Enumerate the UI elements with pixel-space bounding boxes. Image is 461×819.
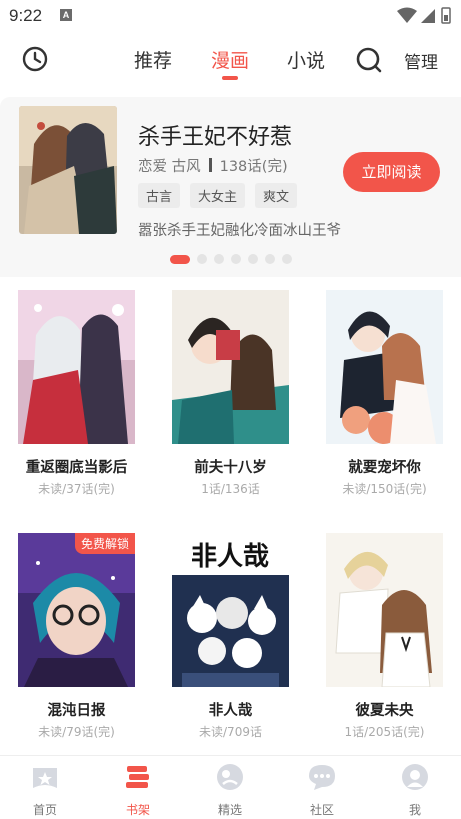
carousel-indicator	[170, 254, 292, 264]
read-now-button[interactable]: 立即阅读	[343, 152, 440, 192]
comic-card[interactable]: 重返圈底当影后 未读/37话(完)	[18, 290, 135, 497]
carousel-dot[interactable]	[170, 254, 190, 264]
carousel-dot[interactable]	[214, 254, 224, 264]
bookshelf-icon	[126, 766, 149, 788]
nav-label: 书架	[125, 803, 150, 817]
banner-tags: 古言 大女主 爽文	[138, 183, 298, 208]
home-icon	[33, 768, 57, 788]
comic-card[interactable]: 免费解锁 混沌日报 未读/79话(完)	[18, 533, 135, 740]
comic-progress: 未读/37话(完)	[38, 482, 115, 496]
tab-novels[interactable]: 小说	[287, 46, 325, 73]
carousel-dot[interactable]	[231, 254, 241, 264]
nav-label: 社区	[309, 803, 334, 817]
comic-cover[interactable]	[326, 290, 443, 444]
banner-meta: 恋爱 古风 138话(完)	[138, 155, 288, 176]
banner-genres: 恋爱 古风	[138, 159, 201, 175]
tab-recommend[interactable]: 推荐	[134, 46, 172, 73]
top-navigation: 推荐 漫画 小说 管理	[0, 32, 461, 90]
comic-progress: 1话/205话(完)	[344, 725, 425, 739]
tag: 爽文	[255, 183, 298, 208]
carousel-dot[interactable]	[197, 254, 207, 264]
banner-title: 杀手王妃不好惹	[138, 125, 293, 150]
featured-banner[interactable]: 杀手王妃不好惹 恋爱 古风 138话(完) 古言 大女主 爽文 嚣张杀手王妃融化冷…	[0, 97, 461, 277]
tag: 大女主	[190, 183, 246, 208]
nav-label: 首页	[32, 803, 57, 817]
comic-title: 混沌日报	[47, 703, 106, 719]
banner-cover-image[interactable]	[19, 106, 117, 234]
search-icon[interactable]	[355, 46, 383, 74]
nav-bookshelf[interactable]: 书架	[108, 762, 168, 818]
wifi-icon	[397, 7, 417, 23]
comic-card[interactable]: 就要宠坏你 未读/150话(完)	[326, 290, 443, 497]
comic-cover[interactable]	[18, 290, 135, 444]
history-icon[interactable]	[21, 45, 49, 73]
carousel-dot[interactable]	[248, 254, 258, 264]
status-bar: 9:22 A	[0, 0, 461, 32]
nav-label: 精选	[217, 803, 242, 817]
comic-title: 彼夏未央	[355, 703, 414, 719]
system-icons	[397, 7, 451, 24]
comic-title: 就要宠坏你	[348, 460, 421, 476]
comic-card[interactable]: 彼夏未央 1话/205话(完)	[326, 533, 443, 740]
comic-progress: 未读/79话(完)	[38, 725, 115, 739]
manage-button[interactable]: 管理	[404, 48, 438, 73]
nav-home[interactable]: 首页	[15, 762, 75, 818]
tag: 古言	[138, 183, 181, 208]
banner-description: 嚣张杀手王妃融化冷面冰山王爷	[138, 223, 341, 239]
meta-divider	[208, 158, 212, 172]
comic-title: 重返圈底当影后	[25, 460, 128, 476]
comic-cover[interactable]	[326, 533, 443, 687]
bottom-navigation: 首页 书架 精选 社区 我	[0, 755, 461, 819]
notification-app-icon: A	[60, 9, 72, 21]
free-unlock-badge: 免费解锁	[74, 533, 135, 554]
tab-comics[interactable]: 漫画	[211, 46, 249, 73]
comic-card[interactable]: 前夫十八岁 1话/136话	[172, 290, 289, 497]
comic-progress: 1话/136话	[201, 482, 260, 496]
comic-cover[interactable]: 免费解锁	[18, 533, 135, 687]
status-time: 9:22	[9, 6, 43, 25]
cover-title-text: 非人哉	[191, 542, 269, 572]
featured-icon	[217, 764, 243, 790]
signal-icon	[421, 9, 435, 23]
carousel-dot[interactable]	[265, 254, 275, 264]
nav-featured[interactable]: 精选	[200, 762, 260, 818]
comic-title: 前夫十八岁	[194, 460, 267, 476]
comic-card[interactable]: 非人哉 非人哉 未读/709话	[172, 533, 289, 740]
active-tab-indicator	[222, 76, 238, 80]
nav-profile[interactable]: 我	[385, 762, 445, 818]
carousel-dot[interactable]	[282, 254, 292, 264]
community-icon	[309, 765, 335, 790]
banner-chapters: 138话(完)	[219, 159, 288, 175]
nav-label: 我	[408, 803, 421, 817]
nav-community[interactable]: 社区	[292, 762, 352, 818]
comic-progress: 未读/150话(完)	[342, 482, 427, 496]
comic-cover[interactable]	[172, 290, 289, 444]
comic-progress: 未读/709话	[199, 725, 262, 739]
comic-title: 非人哉	[208, 703, 253, 719]
profile-icon	[402, 764, 428, 790]
comic-cover[interactable]: 非人哉	[172, 533, 289, 687]
